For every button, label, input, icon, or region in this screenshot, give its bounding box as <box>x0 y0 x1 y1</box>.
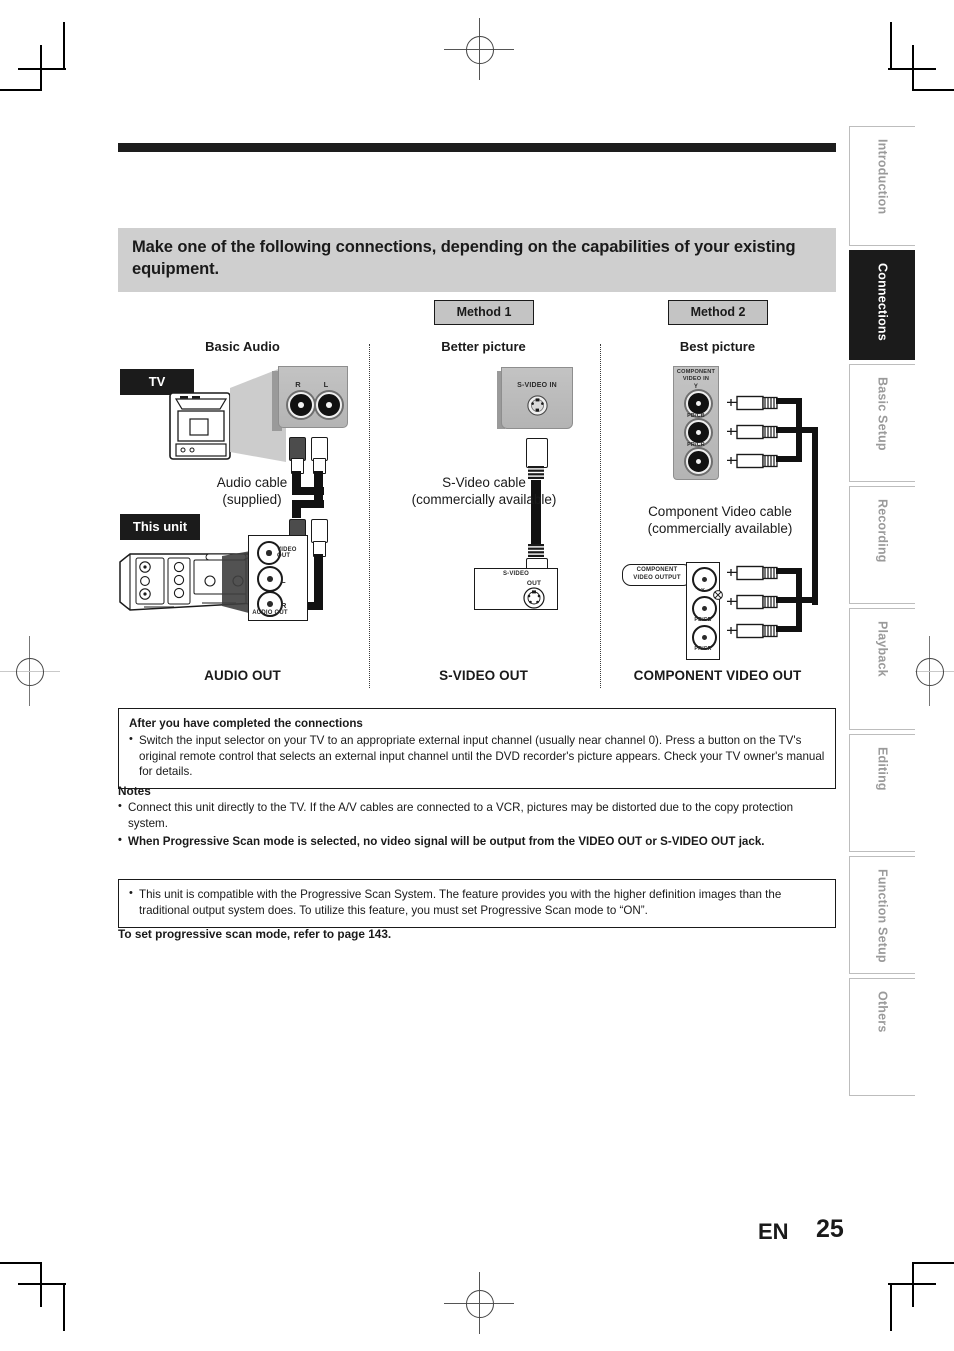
unit-component-pr-label: PR/CR <box>694 646 712 652</box>
sidebar-tab-playback-label: Playback <box>875 621 890 677</box>
unit-audio-out-jack-l <box>257 566 283 592</box>
svideo-cable-caption-line2: (commercially available) <box>411 492 557 508</box>
column-header-best-picture: Best picture <box>679 339 756 354</box>
sidebar-tab-introduction[interactable]: Introduction <box>849 126 915 246</box>
sidebar-tab-recording[interactable]: Recording <box>849 486 915 604</box>
audio-cable-caption-line1: Audio cable <box>216 475 288 490</box>
tv-svideo-jack-panel: S-VIDEO IN <box>501 367 573 429</box>
audio-cable-caption-line2: (supplied) <box>222 492 282 508</box>
note-item-1: Connect this unit directly to the TV. If… <box>118 799 836 832</box>
audio-cable-wire-into-unit-right <box>314 554 323 609</box>
unit-component-out-label-plate: COMPONENT VIDEO OUTPUT <box>622 564 692 586</box>
after-connections-box: After you have completed the connections… <box>118 708 836 790</box>
column-footer-component-video-out: COMPONENT VIDEO OUT <box>633 668 802 683</box>
component-plug-top-pr <box>727 453 783 469</box>
component-cable-caption-line1: Component Video cable <box>648 504 792 519</box>
column-header-better-picture: Better picture <box>441 339 526 354</box>
component-plug-top-pb <box>727 424 783 440</box>
tv-audio-jack-l <box>316 392 342 418</box>
tv-audio-jack-label-l: L <box>323 380 329 389</box>
sidebar-tab-basic-setup-label: Basic Setup <box>875 377 890 451</box>
page-title: Make one of the following connections, d… <box>118 228 836 292</box>
svideo-cable-caption-line1: S-Video cable <box>442 475 526 490</box>
tv-audio-jack-panel: R L <box>278 366 348 428</box>
method-1-badge: Method 1 <box>434 300 534 325</box>
unit-audio-out-label-l: L <box>281 576 286 585</box>
column-footer-audio-out: AUDIO OUT <box>204 668 281 683</box>
tv-component-jack-pr <box>686 449 711 474</box>
method-2-badge: Method 2 <box>668 300 768 325</box>
unit-svideo-out-label: OUT <box>526 580 542 587</box>
sidebar-tab-playback[interactable]: Playback <box>849 608 915 730</box>
progressive-scan-bullet: This unit is compatible with the Progres… <box>129 886 825 919</box>
unit-video-out-label: VIDEO OUT <box>277 547 297 559</box>
after-connections-bullet: Switch the input selector on your TV to … <box>129 732 825 780</box>
page-body: Make one of the following connections, d… <box>0 0 954 1351</box>
svideo-plug-top <box>526 438 548 468</box>
component-wire-top-y-vert <box>796 398 802 462</box>
column-separator-1 <box>369 344 370 688</box>
unit-component-panel-screw <box>713 587 723 600</box>
sidebar-tab-function-setup-label: Function Setup <box>875 869 890 963</box>
component-cable-caption-line2: (commercially available) <box>647 521 793 537</box>
component-plug-top-y <box>727 395 783 411</box>
tv-illustration <box>168 389 234 465</box>
sidebar-tab-connections[interactable]: Connections <box>849 250 915 360</box>
component-plug-bottom-pb <box>727 594 783 610</box>
note-item-2: When Progressive Scan mode is selected, … <box>118 833 836 850</box>
tv-component-pr-label: PR/CR <box>687 442 705 448</box>
sidebar-tab-function-setup[interactable]: Function Setup <box>849 856 915 974</box>
column-separator-2 <box>600 344 601 688</box>
this-unit-label-chip: This unit <box>120 514 200 540</box>
unit-component-pb-label: PB/CB <box>694 617 712 623</box>
svideo-cable-caption: S-Video cable (commercially available) <box>380 474 588 509</box>
audio-plug-bottom-white <box>311 519 328 543</box>
sidebar-tab-editing-label: Editing <box>875 747 890 791</box>
unit-svideo-group-label: S-VIDEO <box>502 571 530 577</box>
notes-list: Connect this unit directly to the TV. If… <box>118 799 836 851</box>
tv-component-in-label-line1: COMPONENT <box>676 369 716 375</box>
tv-component-jack-panel: COMPONENT VIDEO IN Y PB/CB PR/CR <box>673 366 719 480</box>
component-plug-bottom-y <box>727 565 783 581</box>
progressive-scan-reference: To set progressive scan mode, refer to p… <box>118 927 392 941</box>
svideo-plug-bottom-strain <box>528 544 544 558</box>
sidebar-tab-connections-label: Connections <box>875 263 890 341</box>
header-rule <box>118 143 836 152</box>
component-cable-caption: Component Video cable (commercially avai… <box>614 503 826 538</box>
sidebar-tab-introduction-label: Introduction <box>875 139 890 215</box>
tv-audio-jack-label-r: R <box>295 380 301 389</box>
sidebar-tab-others-label: Others <box>875 991 890 1033</box>
tv-component-in-label-line2: VIDEO IN <box>682 376 710 382</box>
unit-svideo-out-jack <box>523 587 545 609</box>
unit-audio-out-label-r: R <box>281 601 287 610</box>
progressive-scan-box: This unit is compatible with the Progres… <box>118 879 836 928</box>
tv-audio-jack-r <box>288 392 314 418</box>
unit-component-out-label-line1: COMPONENT <box>636 567 678 573</box>
sidebar-tab-basic-setup[interactable]: Basic Setup <box>849 364 915 482</box>
notes-label: Notes <box>118 784 151 798</box>
footer-page-number: 25 <box>816 1215 844 1243</box>
audio-cable-caption: Audio cable (supplied) <box>178 474 326 509</box>
sidebar-tab-recording-label: Recording <box>875 499 890 563</box>
unit-component-out-jack-panel: Y PB/CB PR/CR <box>686 562 720 660</box>
tv-svideo-in-jack <box>527 395 548 416</box>
unit-svideo-out-panel: S-VIDEO OUT <box>474 568 558 610</box>
tv-svideo-in-label: S-VIDEO IN <box>517 382 557 389</box>
component-plug-bottom-pr <box>727 623 783 639</box>
unit-audio-out-group-label: AUDIO OUT <box>252 610 288 616</box>
component-wire-bottom-vert <box>796 568 802 632</box>
sidebar-tab-editing[interactable]: Editing <box>849 734 915 852</box>
unit-output-jack-panel: VIDEO OUT L R AUDIO OUT <box>248 535 308 621</box>
unit-component-out-label-line2: VIDEO OUTPUT <box>633 575 681 581</box>
tv-component-pb-label: PB/CB <box>687 413 705 419</box>
sidebar-tab-others[interactable]: Others <box>849 978 915 1096</box>
column-footer-svideo-out: S-VIDEO OUT <box>439 668 528 683</box>
footer-language-code: EN <box>758 1219 789 1244</box>
after-connections-title: After you have completed the connections <box>129 717 363 730</box>
tv-component-y-label: Y <box>693 384 699 390</box>
column-header-basic-audio: Basic Audio <box>205 339 280 354</box>
